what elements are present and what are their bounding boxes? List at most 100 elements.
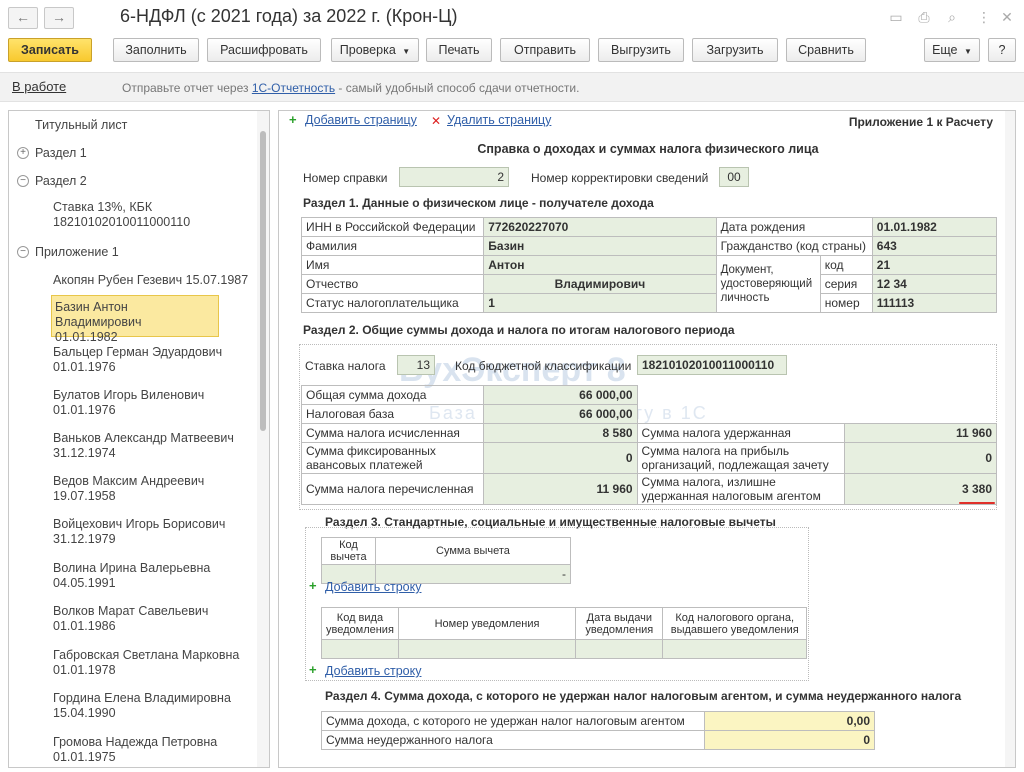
s4-unwithheld-field[interactable]: 0 — [704, 730, 875, 750]
cert-number-label: Номер справки — [303, 171, 388, 185]
delete-page-link[interactable]: Удалить страницу — [447, 113, 551, 127]
info-text-before: Отправьте отчет через — [122, 81, 252, 95]
person-name: Ведов Максим Андреевич — [53, 474, 205, 488]
birth-field[interactable]: 01.01.1982 — [871, 217, 998, 237]
excess-field[interactable]: 3 380 — [844, 473, 997, 505]
fill-button[interactable]: Заполнить — [113, 38, 199, 62]
expand-icon[interactable]: + — [17, 147, 29, 159]
forward-button[interactable]: → — [44, 7, 74, 29]
person-date: 19.07.1958 — [53, 489, 116, 503]
arrow-left-icon: ← — [16, 9, 30, 25]
transferred-field[interactable]: 11 960 — [482, 473, 638, 505]
tree-item-sublabel: 18210102010011000110 — [53, 215, 191, 229]
title-bar: ← → 6-НДФЛ (с 2021 года) за 2022 г. (Кро… — [0, 0, 1024, 34]
close-icon[interactable]: ✕ — [998, 8, 1016, 26]
tree-item-person[interactable]: Габровская Светлана Марковна 01.01.1978 — [53, 648, 253, 678]
tree-item-person[interactable]: Войцехович Игорь Борисович 31.12.1979 — [53, 517, 253, 547]
delete-icon: ✕ — [431, 114, 442, 128]
notif-number-header: Номер уведомления — [397, 607, 577, 640]
save-button[interactable]: Записать — [8, 38, 92, 62]
report-form: + Добавить страницу ✕ Удалить страницу П… — [278, 110, 1016, 768]
surname-field[interactable]: Базин — [483, 236, 717, 256]
help-button[interactable]: ? — [988, 38, 1016, 62]
add-row-link[interactable]: Добавить строку — [325, 580, 421, 594]
tax-calc-label: Сумма налога исчисленная — [301, 423, 484, 443]
tree-item-person[interactable]: Волков Марат Савельевич 01.01.1986 — [53, 604, 253, 634]
citizenship-field[interactable]: 643 — [871, 236, 998, 256]
doc-code-field[interactable]: 21 — [871, 255, 998, 275]
correction-field[interactable]: 00 — [719, 167, 749, 187]
tree-item-person[interactable]: Бальцер Герман Эдуардович 01.01.1976 — [53, 345, 253, 375]
kbk-field[interactable]: 18210102010011000110 — [637, 355, 787, 375]
notif-date-cell[interactable] — [575, 639, 664, 659]
notif-date-header: Дата выдачи уведомления — [575, 607, 664, 640]
section2-table: Общая сумма дохода 66 000,00 Налоговая б… — [301, 385, 997, 505]
tree-item-person[interactable]: Булатов Игорь Виленович 01.01.1976 — [53, 388, 253, 418]
birth-label: Дата рождения — [715, 217, 873, 237]
cert-number-field[interactable]: 2 — [399, 167, 509, 187]
fixed-advance-label: Сумма фиксированных авансовых платежей — [301, 442, 484, 474]
person-date: 04.05.1991 — [53, 576, 116, 590]
notif-number-cell[interactable] — [397, 639, 577, 659]
person-date: 01.01.1975 — [53, 750, 116, 764]
more-icon[interactable]: ⋮ — [975, 8, 993, 26]
add-row-link-2[interactable]: Добавить строку — [325, 664, 421, 678]
tree-item-person[interactable]: Громова Надежда Петровна 01.01.1975 — [53, 735, 253, 765]
name-field[interactable]: Антон — [483, 255, 717, 275]
tree-item-label: Раздел 1 — [35, 146, 87, 160]
notif-type-cell[interactable] — [321, 639, 399, 659]
tree-item-person[interactable]: Волина Ирина Валерьевна 04.05.1991 — [53, 561, 253, 591]
scrollbar-thumb[interactable] — [260, 131, 266, 431]
inn-field[interactable]: 772620227070 — [483, 217, 717, 237]
fixed-advance-field[interactable]: 0 — [482, 442, 638, 474]
section1-title: Раздел 1. Данные о физическом лице - пол… — [303, 196, 654, 210]
person-name: Бальцер Герман Эдуардович — [53, 345, 223, 359]
person-name: Волков Марат Савельевич — [53, 604, 209, 618]
section4-table: Сумма дохода, с которого не удержан нало… — [320, 711, 875, 750]
tree-item-rate[interactable]: Ставка 13%, КБК 18210102010011000110 — [53, 200, 253, 230]
print-icon[interactable]: ⎙ — [915, 8, 933, 26]
tree-item-person[interactable]: Акопян Рубен Гезевич 15.07.1987 — [53, 273, 263, 288]
send-button[interactable]: Отправить — [500, 38, 590, 62]
tree-item-person-selected[interactable]: Базин Антон Владимирович 01.01.1982 — [51, 295, 219, 344]
rate-field[interactable]: 13 — [397, 355, 435, 375]
form-scrollbar[interactable] — [1005, 111, 1015, 767]
taxpayer-status-field[interactable]: 1 — [483, 293, 717, 313]
profit-tax-field[interactable]: 0 — [844, 442, 997, 474]
compare-button[interactable]: Сравнить — [786, 38, 866, 62]
tax-withheld-label: Сумма налога удержанная — [636, 423, 846, 443]
excess-label: Сумма налога, излишне удержанная налогов… — [636, 473, 846, 505]
print-button[interactable]: Печать — [426, 38, 492, 62]
tree-item-person[interactable]: Ведов Максим Андреевич 19.07.1958 — [53, 474, 253, 504]
tax-withheld-field[interactable]: 11 960 — [844, 423, 997, 443]
preview-icon[interactable]: ⌕ — [943, 8, 961, 26]
back-button[interactable]: ← — [8, 7, 38, 29]
decode-button[interactable]: Расшифровать — [207, 38, 321, 62]
check-dropdown[interactable]: Проверка ▼ — [331, 38, 419, 62]
section4-title: Раздел 4. Сумма дохода, с которого не уд… — [325, 689, 962, 703]
collapse-icon[interactable]: − — [17, 175, 29, 187]
notif-authority-cell[interactable] — [662, 639, 807, 659]
patronymic-field[interactable]: Владимирович — [483, 274, 717, 294]
section2-title: Раздел 2. Общие суммы дохода и налога по… — [303, 323, 735, 337]
add-page-link[interactable]: Добавить страницу — [305, 113, 417, 127]
tree-item-title-page[interactable]: Титульный лист — [35, 118, 269, 133]
total-income-field[interactable]: 66 000,00 — [482, 385, 638, 405]
import-button[interactable]: Загрузить — [692, 38, 778, 62]
s4-income-field[interactable]: 0,00 — [704, 711, 875, 731]
more-dropdown[interactable]: Еще ▼ — [924, 38, 980, 62]
tax-base-field[interactable]: 66 000,00 — [482, 404, 638, 424]
citizenship-label: Гражданство (код страны) — [715, 236, 873, 256]
collapse-icon[interactable]: − — [17, 246, 29, 258]
save-icon[interactable]: ▭ — [887, 8, 905, 26]
tree-item-person[interactable]: Ваньков Александр Матвеевич 31.12.1974 — [53, 431, 253, 461]
tree-scrollbar[interactable] — [257, 111, 269, 767]
doc-series-field[interactable]: 12 34 — [871, 274, 998, 294]
tree-item-person[interactable]: Гордина Елена Владимировна 15.04.1990 — [53, 691, 253, 721]
export-button[interactable]: Выгрузить — [598, 38, 684, 62]
doc-number-field[interactable]: 111113 — [871, 293, 998, 313]
info-text-after: - самый удобный способ сдачи отчетности. — [335, 81, 580, 95]
tax-calc-field[interactable]: 8 580 — [482, 423, 638, 443]
reporting-link[interactable]: 1С-Отчетность — [252, 81, 335, 95]
status-link[interactable]: В работе — [12, 79, 66, 94]
